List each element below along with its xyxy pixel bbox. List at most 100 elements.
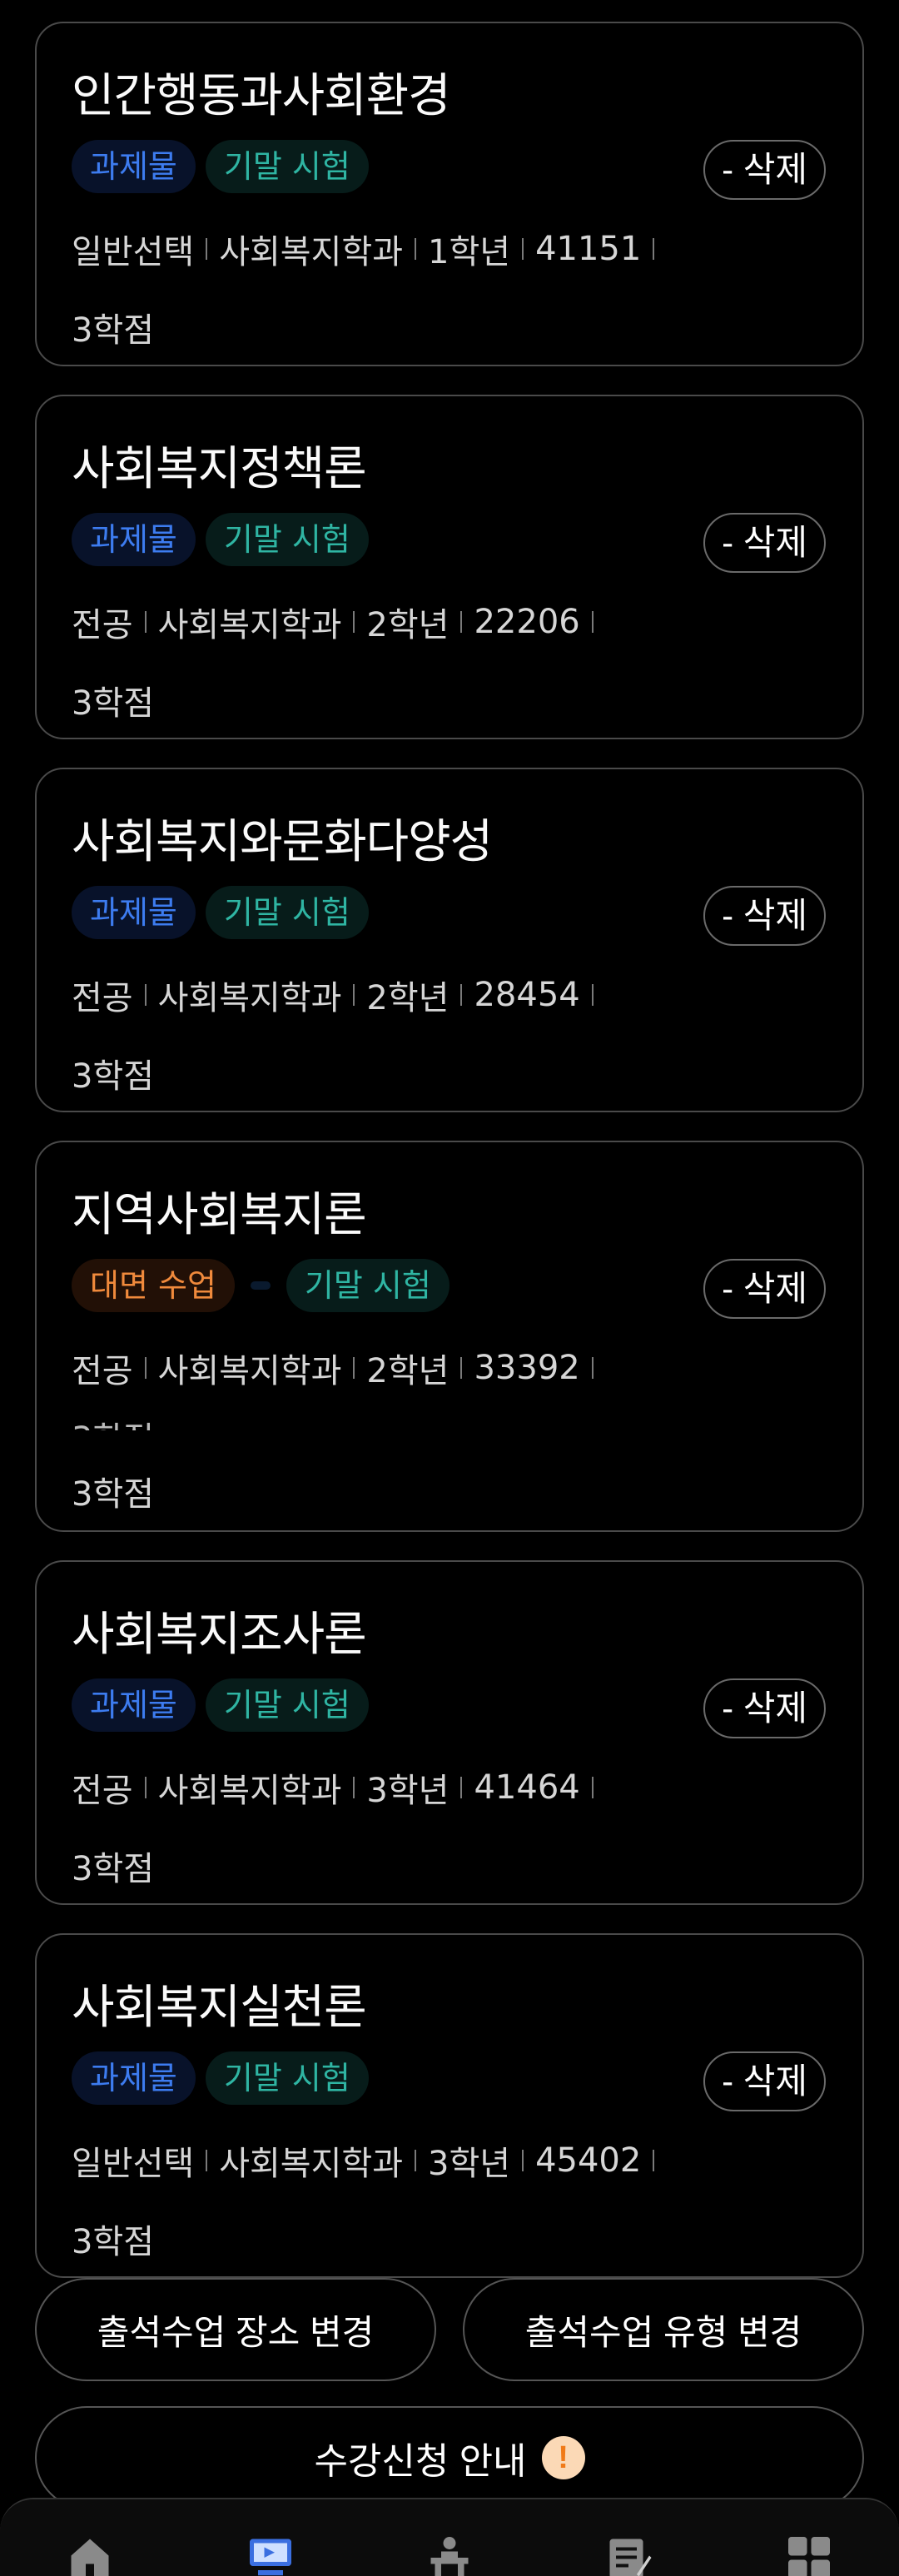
tag-final-exam: 기말 시험 <box>205 1678 369 1732</box>
course-tags: 과제물 기말 시험 <box>72 886 369 939</box>
divider <box>522 2150 524 2171</box>
divider <box>206 238 208 260</box>
course-title: 사회복지조사론 <box>72 1608 367 1662</box>
divider <box>415 238 417 260</box>
course-meta: 전공 사회복지학과 2학년 22206 <box>72 598 605 646</box>
divider <box>653 238 655 260</box>
delete-button[interactable]: - 삭제 <box>703 886 826 946</box>
registration-guide-button[interactable]: 수강신청 안내 ! <box>35 2406 864 2509</box>
classroom-icon[interactable] <box>425 2533 474 2576</box>
course-category: 전공 <box>72 1352 133 1390</box>
course-category: 일반선택 <box>72 2145 195 2183</box>
clipped-credits-text: 3학점 <box>72 1412 154 1430</box>
tag-final-exam: 기말 시험 <box>205 140 369 193</box>
delete-button[interactable]: - 삭제 <box>703 140 826 200</box>
tag-assignment: 과제물 <box>72 140 196 193</box>
online-lecture-icon[interactable] <box>246 2533 296 2576</box>
course-meta: 전공 사회복지학과 3학년 41464 <box>72 1763 605 1812</box>
course-year: 2학년 <box>366 606 450 644</box>
home-icon[interactable] <box>65 2533 115 2576</box>
divider <box>460 1357 463 1379</box>
change-location-button[interactable]: 출석수업 장소 변경 <box>35 2278 436 2381</box>
course-year: 2학년 <box>366 979 450 1017</box>
apps-grid-icon[interactable] <box>784 2533 834 2576</box>
tag-connector <box>245 1259 276 1312</box>
tag-final-exam: 기말 시험 <box>205 513 369 566</box>
delete-button[interactable]: - 삭제 <box>703 513 826 573</box>
divider <box>522 238 524 260</box>
tag-assignment: 과제물 <box>72 1678 196 1732</box>
course-tags: 과제물 기말 시험 <box>72 140 369 193</box>
course-code: 33392 <box>474 1349 580 1387</box>
course-code: 41151 <box>535 230 642 268</box>
divider <box>415 2150 417 2171</box>
course-card: 사회복지정책론 과제물 기말 시험 - 삭제 전공 사회복지학과 2학년 222… <box>35 395 864 739</box>
course-title: 사회복지와문화다양성 <box>72 815 493 869</box>
course-credits: 3학점 <box>72 311 155 350</box>
course-title: 사회복지실천론 <box>72 1981 367 2035</box>
tag-assignment: 과제물 <box>72 2051 196 2105</box>
course-tags: 과제물 기말 시험 <box>72 2051 369 2105</box>
divider <box>591 611 594 633</box>
course-year: 2학년 <box>366 1352 450 1390</box>
course-department: 사회복지학과 <box>219 2145 404 2183</box>
course-category: 전공 <box>72 979 133 1017</box>
course-tags: 과제물 기말 시험 <box>72 1678 369 1732</box>
change-type-button[interactable]: 출석수업 유형 변경 <box>463 2278 864 2381</box>
divider <box>460 984 463 1006</box>
course-category: 일반선택 <box>72 233 195 271</box>
divider <box>144 611 147 633</box>
divider <box>144 1357 147 1379</box>
course-year: 3학년 <box>366 1772 450 1810</box>
notes-icon[interactable] <box>603 2533 653 2576</box>
divider <box>206 2150 208 2171</box>
course-meta: 일반선택 사회복지학과 1학년 41151 <box>72 225 666 273</box>
divider <box>144 1777 147 1798</box>
divider <box>460 611 463 633</box>
course-credits: 3학점 <box>72 1057 155 1096</box>
course-title: 인간행동과사회환경 <box>72 69 451 123</box>
course-category: 전공 <box>72 606 133 644</box>
divider <box>353 984 355 1006</box>
delete-button[interactable]: - 삭제 <box>703 1678 826 1738</box>
course-credits: 3학점 <box>72 2223 155 2261</box>
course-code: 45402 <box>535 2141 642 2180</box>
course-tags: 과제물 기말 시험 <box>72 513 369 566</box>
course-department: 사회복지학과 <box>157 979 342 1017</box>
divider <box>353 1357 355 1379</box>
course-card: 사회복지조사론 과제물 기말 시험 - 삭제 전공 사회복지학과 3학년 414… <box>35 1560 864 1905</box>
bottom-nav <box>0 2498 899 2576</box>
course-card: 인간행동과사회환경 과제물 기말 시험 - 삭제 일반선택 사회복지학과 1학년… <box>35 22 864 366</box>
delete-button[interactable]: - 삭제 <box>703 2051 826 2111</box>
course-year: 3학년 <box>428 2145 511 2183</box>
course-card: 사회복지실천론 과제물 기말 시험 - 삭제 일반선택 사회복지학과 3학년 4… <box>35 1933 864 2278</box>
guide-label: 수강신청 안내 <box>314 2441 527 2482</box>
divider <box>653 2150 655 2171</box>
divider <box>144 984 147 1006</box>
course-year: 1학년 <box>428 233 511 271</box>
course-department: 사회복지학과 <box>157 1352 342 1390</box>
course-cart-page: 인간행동과사회환경 과제물 기말 시험 - 삭제 일반선택 사회복지학과 1학년… <box>0 0 899 2576</box>
tag-final-exam: 기말 시험 <box>286 1259 450 1312</box>
course-title: 사회복지정책론 <box>72 442 367 496</box>
tag-face-to-face: 대면 수업 <box>72 1259 235 1312</box>
delete-button[interactable]: - 삭제 <box>703 1259 826 1319</box>
divider <box>353 1777 355 1798</box>
divider <box>591 1357 594 1379</box>
tag-final-exam: 기말 시험 <box>205 2051 369 2105</box>
course-code: 22206 <box>474 603 580 641</box>
course-department: 사회복지학과 <box>157 1772 342 1810</box>
course-meta: 전공 사회복지학과 2학년 33392 <box>72 1344 605 1392</box>
course-credits: 3학점 <box>72 1850 155 1888</box>
course-card: 사회복지와문화다양성 과제물 기말 시험 - 삭제 전공 사회복지학과 2학년 … <box>35 768 864 1112</box>
tag-final-exam: 기말 시험 <box>205 886 369 939</box>
course-tags: 대면 수업 기말 시험 <box>72 1259 450 1312</box>
course-department: 사회복지학과 <box>219 233 404 271</box>
tag-assignment: 과제물 <box>72 513 196 566</box>
course-credits: 3학점 <box>72 1475 155 1514</box>
tag-assignment: 과제물 <box>72 886 196 939</box>
course-title: 지역사회복지론 <box>72 1188 367 1242</box>
divider <box>353 611 355 633</box>
divider <box>460 1777 463 1798</box>
course-meta: 일반선택 사회복지학과 3학년 45402 <box>72 2136 666 2185</box>
